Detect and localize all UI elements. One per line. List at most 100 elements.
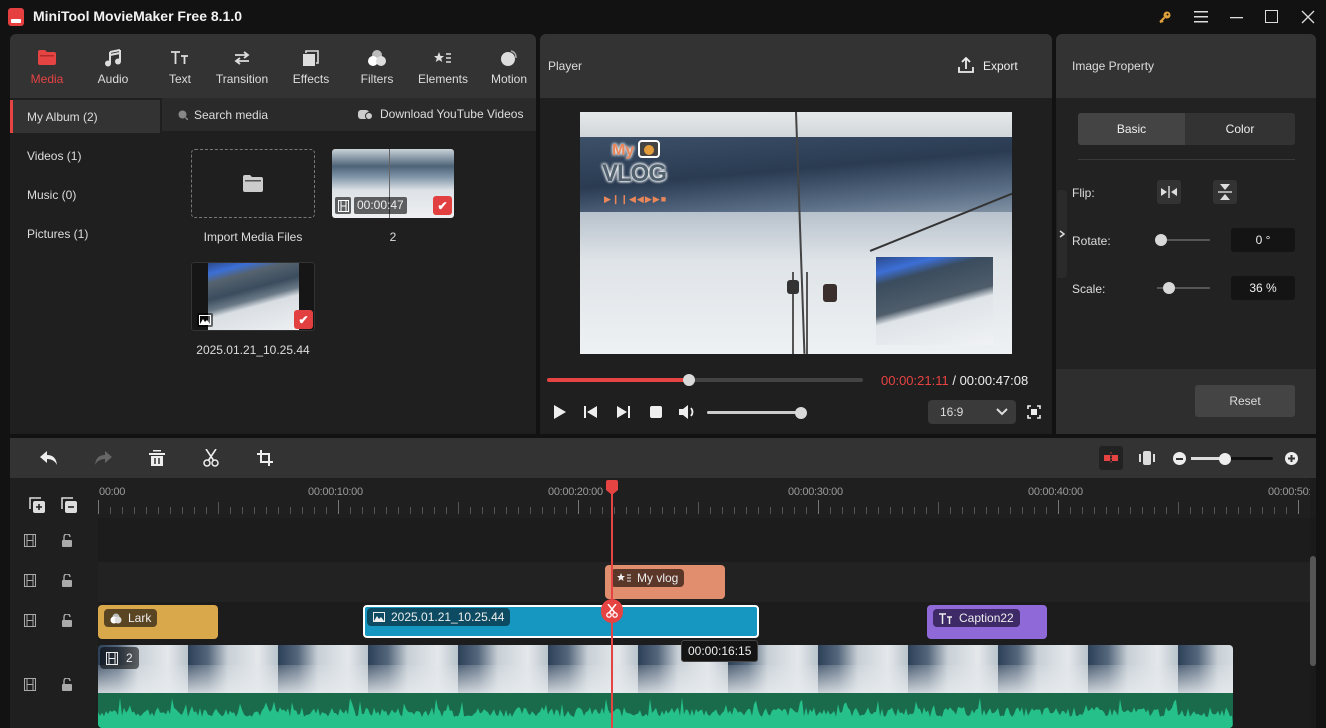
zoom-in-button[interactable] [1285, 452, 1298, 465]
collapse-panel-handle[interactable] [1057, 190, 1067, 278]
ruler-ticks [98, 500, 1299, 514]
vlog-sticker[interactable]: My VLOG ▶❙❙◀◀▶▶■ [600, 138, 684, 208]
maximize-icon[interactable] [1259, 6, 1285, 28]
aspect-ratio-select[interactable]: 16:9 [928, 400, 1016, 424]
next-frame-button[interactable] [616, 405, 630, 419]
chevron-right-icon [1059, 230, 1065, 238]
unlock-icon[interactable] [62, 574, 72, 587]
delete-button[interactable] [145, 446, 169, 470]
player-title: Player [548, 59, 583, 73]
import-media-button[interactable] [191, 149, 315, 218]
scale-label: Scale: [1072, 282, 1106, 296]
music-note-icon [105, 47, 121, 69]
reset-button[interactable]: Reset [1195, 385, 1295, 417]
zoom-out-button[interactable] [1173, 452, 1186, 465]
undo-button[interactable] [37, 446, 61, 470]
timeline-scrollbar[interactable] [1310, 518, 1316, 728]
track-1-controls [10, 534, 98, 554]
unlock-icon[interactable] [62, 534, 72, 547]
property-title: Image Property [1072, 59, 1155, 73]
snap-toggle-button[interactable] [1099, 446, 1123, 470]
star-list-icon [434, 47, 452, 69]
track-2-controls [10, 574, 98, 594]
timeline-zoom-slider[interactable] [1191, 452, 1273, 465]
scrollbar-thumb[interactable] [1310, 556, 1316, 666]
trash-icon [149, 450, 165, 466]
filter-icon [110, 613, 122, 623]
tab-media[interactable]: Media [24, 34, 70, 98]
download-youtube-button[interactable]: Download YouTube Videos [358, 107, 523, 121]
film-icon [106, 651, 118, 665]
flip-vertical-button[interactable] [1213, 180, 1237, 204]
filter-clip-lark[interactable]: Lark [98, 605, 218, 639]
video-preview[interactable]: My VLOG ▶❙❙◀◀▶▶■ [580, 112, 1012, 354]
progress-bar[interactable] [547, 374, 863, 386]
tab-filters[interactable]: Filters [354, 34, 400, 98]
rotate-slider-knob[interactable] [1155, 234, 1167, 246]
album-item-videos[interactable]: Videos (1) [10, 139, 160, 172]
remove-track-button[interactable] [61, 497, 77, 513]
redo-button[interactable] [91, 446, 115, 470]
key-icon[interactable] [1152, 6, 1178, 28]
image-icon [197, 313, 213, 327]
minimize-icon[interactable] [1224, 6, 1250, 28]
split-at-playhead-button[interactable] [600, 599, 623, 623]
time-ruler[interactable]: 00:00 00:00:10:00 00:00:20:00 00:00:30:0… [98, 478, 1310, 518]
media-item-video-2[interactable]: 00:00:47 ✔ [332, 149, 454, 218]
tab-transition[interactable]: Transition [212, 34, 272, 98]
fullscreen-icon [1027, 405, 1041, 419]
flip-vertical-icon [1218, 184, 1232, 200]
tab-elements[interactable]: Elements [414, 34, 472, 98]
unlock-icon[interactable] [62, 614, 72, 627]
tab-color[interactable]: Color [1185, 113, 1295, 145]
clip-time-tooltip: 00:00:16:15 [681, 640, 759, 662]
tab-effects[interactable]: Effects [286, 34, 336, 98]
folder-icon [38, 47, 56, 69]
unlock-icon[interactable] [62, 678, 72, 691]
volume-button[interactable] [679, 404, 697, 420]
menu-icon[interactable] [1188, 6, 1214, 28]
export-button[interactable]: Export [958, 57, 1018, 74]
close-icon[interactable] [1295, 6, 1321, 28]
scale-value[interactable]: 36 % [1231, 276, 1295, 300]
playhead-handle[interactable] [605, 480, 618, 490]
tab-text[interactable]: Text [160, 34, 200, 98]
stop-button[interactable] [649, 405, 663, 419]
volume-knob[interactable] [795, 406, 807, 419]
tab-motion[interactable]: Motion [486, 34, 532, 98]
image-clip-selected[interactable]: 2025.01.21_10.25.44 [363, 605, 759, 638]
picture-in-picture-image[interactable] [876, 257, 993, 345]
caption-clip[interactable]: Caption22 [927, 605, 1047, 639]
video-clip-main[interactable]: 2 [98, 645, 1233, 728]
volume-slider[interactable] [707, 406, 807, 419]
progress-knob[interactable] [683, 374, 696, 386]
media-item-image[interactable]: ✔ [191, 262, 315, 331]
ruler-label: 00:00 [99, 486, 126, 498]
zoom-knob[interactable] [1219, 452, 1232, 465]
filters-circles-icon [368, 47, 386, 69]
flip-label: Flip: [1072, 186, 1095, 200]
rotate-value[interactable]: 0 ° [1231, 228, 1295, 252]
video-clip-tag: 2 [100, 647, 139, 669]
split-button[interactable] [199, 446, 223, 470]
flip-horizontal-button[interactable] [1157, 180, 1181, 204]
crop-button[interactable] [253, 446, 277, 470]
ruler-label: 00:00:10:00 [308, 486, 363, 498]
playhead[interactable] [600, 478, 623, 728]
element-clip-my-vlog[interactable]: My vlog [605, 565, 725, 599]
album-item-my-album[interactable]: My Album (2) [10, 100, 160, 133]
ruler-label: 00:00:50:00 [1268, 486, 1310, 498]
album-item-music[interactable]: Music (0) [10, 178, 160, 211]
stop-icon [650, 406, 662, 418]
play-button[interactable] [553, 405, 567, 419]
search-media-button[interactable]: Search media [178, 108, 268, 122]
add-track-button[interactable] [29, 497, 45, 513]
album-item-pictures[interactable]: Pictures (1) [10, 217, 160, 250]
scale-slider-knob[interactable] [1162, 282, 1175, 294]
previous-frame-button[interactable] [584, 405, 598, 419]
fit-timeline-button[interactable] [1139, 450, 1155, 466]
tab-audio[interactable]: Audio [90, 34, 136, 98]
track-row-1 [98, 522, 1310, 562]
fullscreen-button[interactable] [1027, 405, 1041, 419]
tab-basic[interactable]: Basic [1078, 113, 1185, 145]
